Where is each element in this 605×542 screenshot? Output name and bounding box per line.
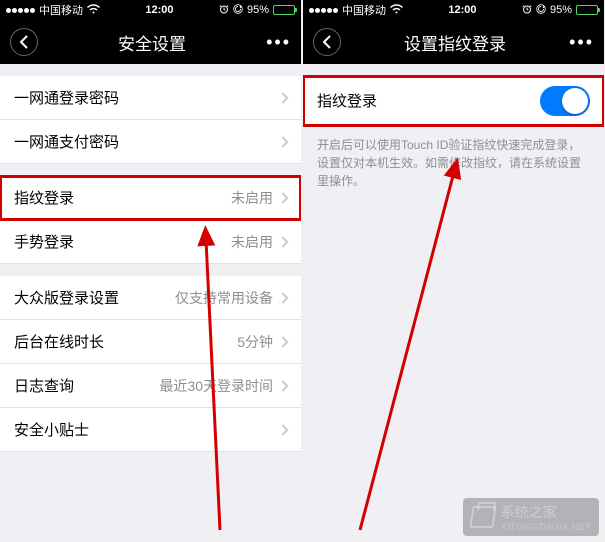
cell-gesture-login[interactable]: 手势登录 未启用 [0,220,301,264]
cell-login-password[interactable]: 一网通登录密码 [0,76,301,120]
cell-fingerprint-login[interactable]: 指纹登录 未启用 [0,176,301,220]
carrier-label: 中国移动 [342,2,386,18]
cell-label: 一网通支付密码 [14,131,119,152]
cell-value: 未启用 [231,188,273,208]
chevron-icon [277,292,288,303]
status-bar: 中国移动 12:00 95% [0,0,301,20]
cell-fingerprint-toggle: 指纹登录 [303,76,604,126]
cell-value: 未启用 [231,232,273,252]
chevron-icon [277,192,288,203]
cell-label: 大众版登录设置 [14,287,119,308]
watermark-logo-icon [469,506,496,528]
settings-list: 指纹登录 开启后可以使用Touch ID验证指纹快速完成登录，设置仅对本机生效。… [303,64,604,540]
wifi-icon [390,4,403,17]
watermark-name: 系统之家 [501,504,557,520]
carrier-label: 中国移动 [39,2,83,18]
cell-device-setting[interactable]: 大众版登录设置 仅支持常用设备 [0,276,301,320]
fingerprint-description: 开启后可以使用Touch ID验证指纹快速完成登录，设置仅对本机生效。如需修改指… [303,126,604,200]
rotation-lock-icon [233,4,243,17]
cell-value: 最近30天登录时间 [159,376,273,396]
watermark-url: XITONGZHIJIA.NET [501,522,591,532]
nav-bar: 设置指纹登录 ••• [303,20,604,64]
screen-security-settings: 中国移动 12:00 95% 安全设置 ••• [0,0,301,540]
wifi-icon [87,4,100,17]
cell-log-query[interactable]: 日志查询 最近30天登录时间 [0,364,301,408]
cell-label: 后台在线时长 [14,331,104,352]
cell-label: 安全小贴士 [14,419,89,440]
cell-label: 指纹登录 [317,90,377,111]
cell-label: 手势登录 [14,231,74,252]
cell-online-duration[interactable]: 后台在线时长 5分钟 [0,320,301,364]
chevron-icon [277,424,288,435]
chevron-icon [277,236,288,247]
battery-icon [273,5,295,15]
cell-pay-password[interactable]: 一网通支付密码 [0,120,301,164]
settings-list: 一网通登录密码 一网通支付密码 指纹登录 未启用 手势登录 未启用 [0,64,301,540]
cell-value: 5分钟 [237,332,273,352]
nav-bar: 安全设置 ••• [0,20,301,64]
cell-value: 仅支持常用设备 [175,288,273,308]
chevron-icon [277,136,288,147]
chevron-icon [277,336,288,347]
alarm-icon [219,4,229,17]
battery-pct: 95% [247,4,269,16]
page-title: 安全设置 [118,30,186,55]
status-bar: 中国移动 12:00 95% [303,0,604,20]
signal-icon [309,8,338,13]
back-button[interactable] [10,28,38,56]
clock: 12:00 [448,4,476,16]
chevron-icon [277,92,288,103]
cell-label: 一网通登录密码 [14,87,119,108]
more-button[interactable]: ••• [569,32,594,53]
rotation-lock-icon [536,4,546,17]
fingerprint-toggle[interactable] [540,86,590,116]
signal-icon [6,8,35,13]
back-button[interactable] [313,28,341,56]
chevron-icon [277,380,288,391]
battery-icon [576,5,598,15]
screen-fingerprint-setting: 中国移动 12:00 95% 设置指纹登录 • [303,0,604,540]
alarm-icon [522,4,532,17]
page-title: 设置指纹登录 [404,30,506,55]
battery-pct: 95% [550,4,572,16]
cell-label: 指纹登录 [14,187,74,208]
more-button[interactable]: ••• [266,32,291,53]
cell-label: 日志查询 [14,375,74,396]
watermark: 系统之家 XITONGZHIJIA.NET [463,498,599,536]
clock: 12:00 [145,4,173,16]
cell-security-tips[interactable]: 安全小贴士 [0,408,301,452]
